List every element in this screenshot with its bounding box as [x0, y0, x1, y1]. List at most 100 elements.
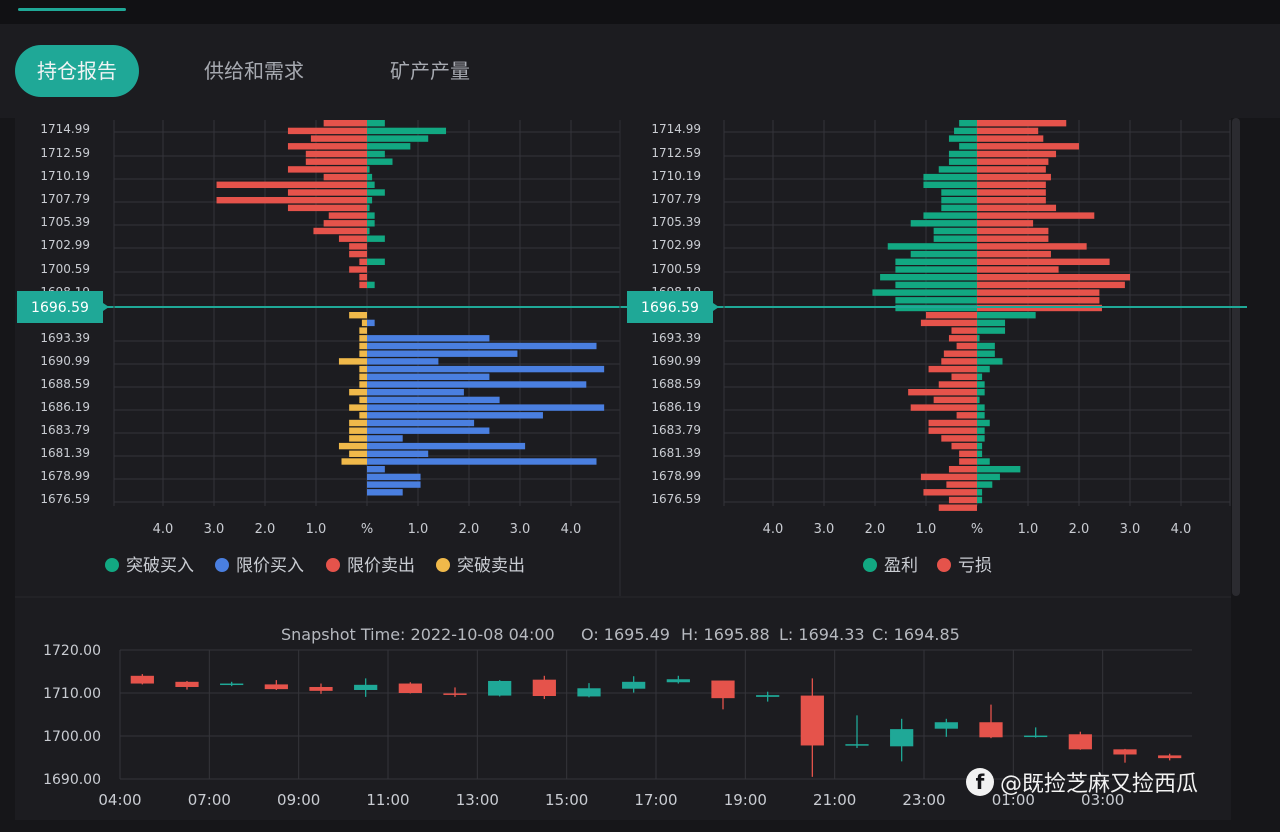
x-tick-label: 2.0: [1069, 522, 1090, 537]
bar-profit: [977, 365, 990, 373]
bar-breakout-buy: [367, 220, 375, 227]
y-tick-label: 1705.39: [40, 215, 90, 229]
bar-profit: [910, 220, 977, 227]
y-tick-label: 1678.99: [40, 469, 90, 483]
bar-limit-buy: [367, 473, 421, 481]
bar-breakout-sell: [359, 373, 367, 380]
bar-limit-buy: [367, 412, 543, 419]
legend-dot: [326, 558, 340, 572]
bar-loss: [946, 481, 977, 488]
candle-body: [175, 681, 199, 687]
bar-profit: [977, 404, 985, 411]
bar-profit: [948, 158, 977, 165]
y-tick-label: 1712.59: [40, 146, 90, 160]
bar-loss: [910, 404, 977, 411]
bar-breakout-sell: [349, 419, 367, 427]
bar-breakout-sell: [349, 389, 367, 396]
bar-loss: [977, 158, 1049, 165]
bar-profit: [977, 412, 985, 419]
bar-breakout-buy: [367, 181, 375, 188]
legend-dot: [863, 558, 877, 572]
bar-profit: [977, 473, 1000, 481]
bar-profit: [977, 381, 985, 388]
bar-loss: [923, 489, 977, 496]
snapshot-title-part: L: 1694.33: [779, 625, 865, 644]
candle-body: [309, 686, 333, 691]
watermark-text: @既捡芝麻又捡西瓜: [1000, 772, 1199, 797]
y-tick-label: 1690.99: [651, 354, 701, 368]
x-tick-label: 13:00: [456, 791, 499, 809]
bar-limit-sell: [349, 266, 367, 273]
y-tick-label: 1690.99: [40, 354, 90, 368]
bar-profit: [923, 212, 977, 219]
bar-profit: [977, 396, 980, 404]
bar-breakout-sell: [349, 435, 367, 442]
bar-profit: [954, 127, 977, 135]
bar-breakout-sell: [359, 327, 367, 334]
candle-body: [890, 729, 914, 747]
position-chart-right: 1714.99 1712.59 1710.19 1707.79 1705.39 1702.…: [15, 120, 1247, 598]
legend-label: 亏损: [958, 556, 992, 576]
bar-loss: [956, 412, 977, 419]
bar-loss: [977, 181, 1046, 188]
bar-loss: [959, 450, 977, 457]
snapshot-title-part: C: 1694.85: [872, 625, 960, 644]
bar-loss: [977, 258, 1110, 265]
bar-limit-sell: [359, 281, 367, 289]
y-tick-label: 1720.00: [43, 643, 101, 659]
bar-breakout-buy: [367, 135, 429, 142]
x-tick-label: 1.0: [306, 522, 327, 537]
y-tick-label: 1702.99: [651, 238, 701, 252]
bar-loss: [941, 358, 977, 365]
candle-body: [1068, 734, 1092, 750]
bar-loss: [977, 227, 1049, 235]
y-tick-label: 1686.19: [651, 400, 701, 414]
bar-profit: [977, 419, 990, 427]
bar-profit: [977, 435, 985, 442]
y-tick-label: 1690.00: [43, 772, 101, 788]
bar-limit-buy: [367, 481, 421, 488]
x-tick-label: 1.0: [1018, 522, 1039, 537]
y-tick-label: 1681.39: [651, 446, 701, 460]
bar-breakout-sell: [341, 458, 367, 465]
bar-loss: [977, 250, 1051, 258]
candle-body: [666, 679, 690, 683]
legend-label: 盈利: [884, 556, 918, 576]
candle-body: [979, 722, 1003, 738]
bar-profit: [923, 181, 977, 188]
x-tick-label: 1.0: [916, 522, 937, 537]
x-tick-label: %: [971, 522, 983, 537]
bar-breakout-buy: [367, 158, 393, 165]
bar-profit: [933, 235, 977, 242]
bar-profit: [977, 458, 990, 465]
bar-loss: [926, 312, 977, 319]
bar-breakout-sell: [361, 319, 367, 327]
bar-loss: [977, 143, 1079, 150]
y-tick-label: 1683.79: [651, 423, 701, 437]
bar-breakout-buy: [367, 166, 370, 173]
current-price-label: 1696.59: [641, 300, 699, 316]
y-tick-label: 1710.00: [43, 686, 101, 702]
bar-loss: [928, 419, 977, 427]
bar-profit: [941, 189, 977, 196]
watermark-logo: f: [966, 768, 994, 796]
bar-profit: [880, 274, 977, 281]
x-tick-label: 21:00: [813, 791, 856, 809]
position-chart-left: 1714.99 1712.59 1710.19 1707.79 1705.39 1702.…: [17, 120, 637, 596]
x-tick-label: 09:00: [277, 791, 320, 809]
x-tick-label: 15:00: [545, 791, 588, 809]
x-tick-label: 4.0: [153, 522, 174, 537]
bar-loss: [977, 135, 1044, 142]
y-tick-label: 1705.39: [651, 215, 701, 229]
bar-limit-buy: [367, 319, 375, 327]
bar-limit-sell: [349, 243, 367, 250]
bar-profit: [977, 481, 993, 488]
y-tick-label: 1700.00: [43, 729, 101, 745]
y-tick-label: 1710.19: [40, 169, 90, 183]
x-tick-label: 2.0: [865, 522, 886, 537]
charts-canvas: 1714.99 1712.59 1710.19 1707.79 1705.39 1702.…: [15, 120, 1247, 809]
bar-profit: [977, 373, 983, 380]
watermark: f @既捡芝麻又捡西瓜: [966, 764, 1198, 800]
bar-breakout-sell: [359, 342, 367, 350]
bar-loss: [951, 442, 977, 450]
